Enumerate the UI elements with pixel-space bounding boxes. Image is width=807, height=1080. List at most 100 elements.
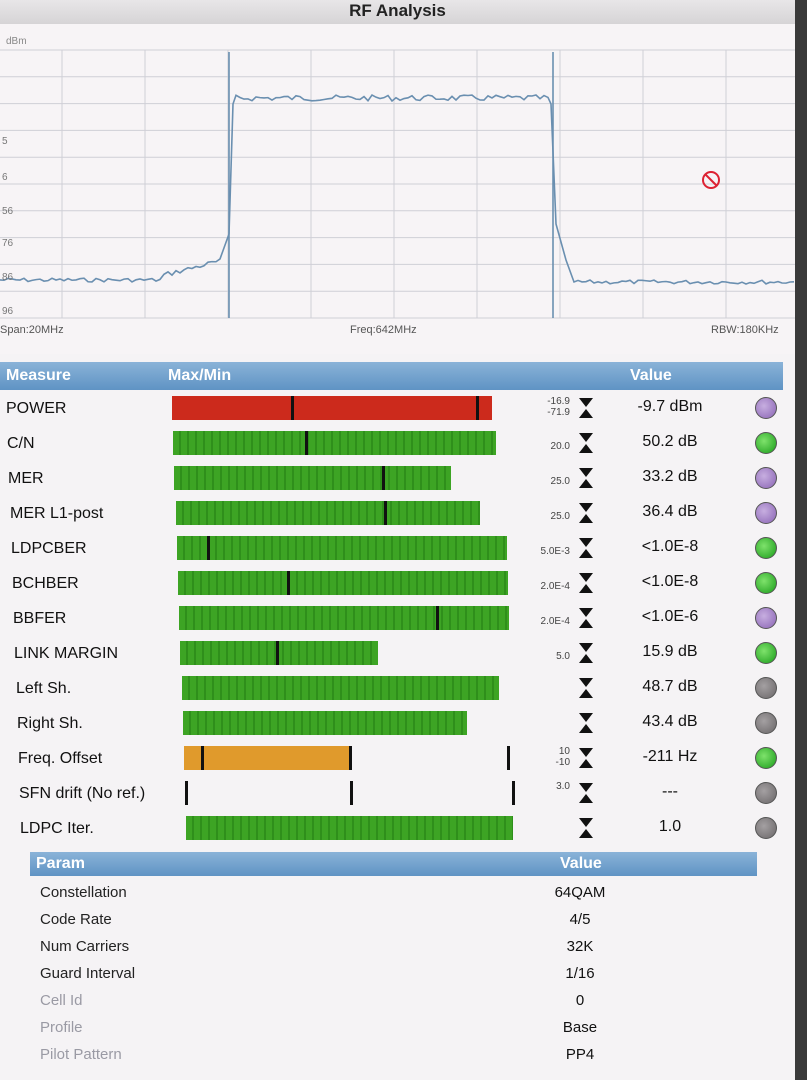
measure-limits: 5.0E-3: [530, 546, 570, 557]
param-value: 1/16: [565, 965, 595, 982]
y-tick-label: 6: [2, 172, 8, 183]
param-value: Base: [562, 1019, 598, 1036]
hourglass-icon[interactable]: [579, 433, 593, 453]
hourglass-icon[interactable]: [579, 748, 593, 768]
measure-row-bbfer[interactable]: BBFER 2.0E-4 <1.0E-6: [0, 602, 795, 638]
measure-bar-marker: [290, 396, 294, 420]
measure-bar: [178, 571, 508, 595]
measure-bar-fill: [182, 676, 499, 700]
param-label: Guard Interval: [40, 965, 136, 982]
measure-min: -71.9: [547, 407, 570, 418]
measure-bar-marker: [286, 571, 290, 595]
measure-bar-marker: [507, 746, 511, 770]
measure-bar: [184, 746, 514, 770]
measure-max: 3.0: [556, 781, 570, 792]
measure-min: 25.0: [550, 476, 570, 487]
measure-row-mer-l1-post[interactable]: MER L1-post 25.0 36.4 dB: [0, 497, 795, 533]
param-label: Constellation: [40, 884, 127, 901]
measure-label: BBFER: [13, 610, 67, 627]
measure-limits: -16.9 -71.9: [530, 396, 570, 418]
measure-value: -211 Hz: [642, 748, 698, 765]
hourglass-icon[interactable]: [579, 503, 593, 523]
y-tick-label: 86: [2, 272, 14, 283]
measure-row-bchber[interactable]: BCHBER 2.0E-4 <1.0E-8: [0, 567, 795, 603]
hourglass-icon[interactable]: [579, 643, 593, 663]
hourglass-icon[interactable]: [579, 678, 593, 698]
measure-label: Left Sh.: [16, 680, 72, 697]
value-column-header: Value: [630, 367, 672, 384]
measure-limits: 20.0: [530, 441, 570, 452]
measure-limits: 25.0: [530, 511, 570, 522]
param-value: 0: [575, 992, 585, 1009]
y-unit-label: dBm: [6, 36, 27, 47]
measure-min: 20.0: [550, 441, 570, 452]
span-label: Span:20MHz: [0, 324, 64, 336]
status-led-green: [755, 642, 777, 664]
prohibited-icon: [702, 171, 720, 189]
status-led-gray: [755, 677, 777, 699]
measure-row-mer[interactable]: MER 25.0 33.2 dB: [0, 462, 795, 498]
measure-bar-fill: [178, 571, 508, 595]
measure-bar-fill: [176, 501, 480, 525]
measure-label: LDPCBER: [11, 540, 87, 557]
measure-bar: [180, 641, 510, 665]
hourglass-icon[interactable]: [579, 608, 593, 628]
measure-max: -16.9: [547, 396, 570, 407]
measure-row-right-sh[interactable]: Right Sh. 43.4 dB: [0, 707, 795, 743]
measure-row-ldpc-iter[interactable]: LDPC Iter. 1.0: [0, 812, 795, 848]
param-row: Pilot Pattern PP4: [0, 1041, 795, 1068]
measure-bar: [174, 466, 504, 490]
measure-bar-marker: [475, 396, 479, 420]
hourglass-icon[interactable]: [579, 818, 593, 838]
measure-row-c-n[interactable]: C/N 20.0 50.2 dB: [0, 427, 795, 463]
measure-bar-fill: [184, 746, 349, 770]
measure-limits: 25.0: [530, 476, 570, 487]
measure-row-left-sh[interactable]: Left Sh. 48.7 dB: [0, 672, 795, 708]
status-led-purple: [755, 467, 777, 489]
y-tick-label: 5: [2, 136, 8, 147]
measure-row-freq-offset[interactable]: Freq. Offset 10 -10 -211 Hz: [0, 742, 795, 778]
hourglass-icon[interactable]: [579, 538, 593, 558]
measure-value: 1.0: [658, 818, 682, 835]
hourglass-icon[interactable]: [579, 783, 593, 803]
hourglass-icon[interactable]: [579, 398, 593, 418]
hourglass-icon[interactable]: [579, 573, 593, 593]
spectrum-panel[interactable]: 5 6 56 76 86 96 dBm Span:20MHz Freq:642MHz RB…: [0, 24, 795, 354]
measure-bar-fill: [173, 431, 497, 455]
status-led-green: [755, 432, 777, 454]
measure-bar-fill: [172, 396, 493, 420]
param-value: 4/5: [569, 911, 591, 928]
screen-edge: [795, 0, 807, 1080]
param-label: Pilot Pattern: [40, 1046, 122, 1063]
measure-value: ---: [662, 783, 678, 800]
status-led-green: [755, 537, 777, 559]
y-tick-labels: 5656768696: [2, 136, 14, 317]
measure-row-power[interactable]: POWER -16.9 -71.9 -9.7 dBm: [0, 392, 795, 428]
y-tick-label: 76: [2, 238, 14, 249]
measure-bar-marker: [185, 781, 188, 805]
measure-min: 2.0E-4: [540, 616, 570, 627]
measure-bar: [176, 501, 506, 525]
spectrum-grid: [0, 49, 795, 319]
measure-value: <1.0E-8: [641, 573, 699, 590]
hourglass-icon[interactable]: [579, 468, 593, 488]
measure-bar: [186, 816, 516, 840]
measure-row-sfn-drift-no-ref[interactable]: SFN drift (No ref.) 3.0 ---: [0, 777, 795, 813]
hourglass-icon[interactable]: [579, 713, 593, 733]
status-led-green: [755, 747, 777, 769]
param-label: Num Carriers: [40, 938, 130, 955]
spectrum-plot: 5656768696 dBm: [0, 36, 795, 319]
status-led-purple: [755, 397, 777, 419]
measure-value: 15.9 dB: [642, 643, 698, 660]
measure-row-ldpcber[interactable]: LDPCBER 5.0E-3 <1.0E-8: [0, 532, 795, 568]
param-row: Cell Id 0: [0, 987, 795, 1014]
param-value: 32K: [566, 938, 594, 955]
measure-bar-fill: [180, 641, 378, 665]
param-row: Profile Base: [0, 1014, 795, 1041]
measure-min: 5.0E-3: [540, 546, 570, 557]
measure-label: C/N: [7, 435, 35, 452]
rf-analysis-window: RF Analysis 5 6 56 76 86 96 dBm Span:20MHz Fr…: [0, 0, 795, 1080]
measure-row-link-margin[interactable]: LINK MARGIN 5.0 15.9 dB: [0, 637, 795, 673]
freq-label: Freq:642MHz: [350, 324, 417, 336]
measure-bar: [177, 536, 507, 560]
